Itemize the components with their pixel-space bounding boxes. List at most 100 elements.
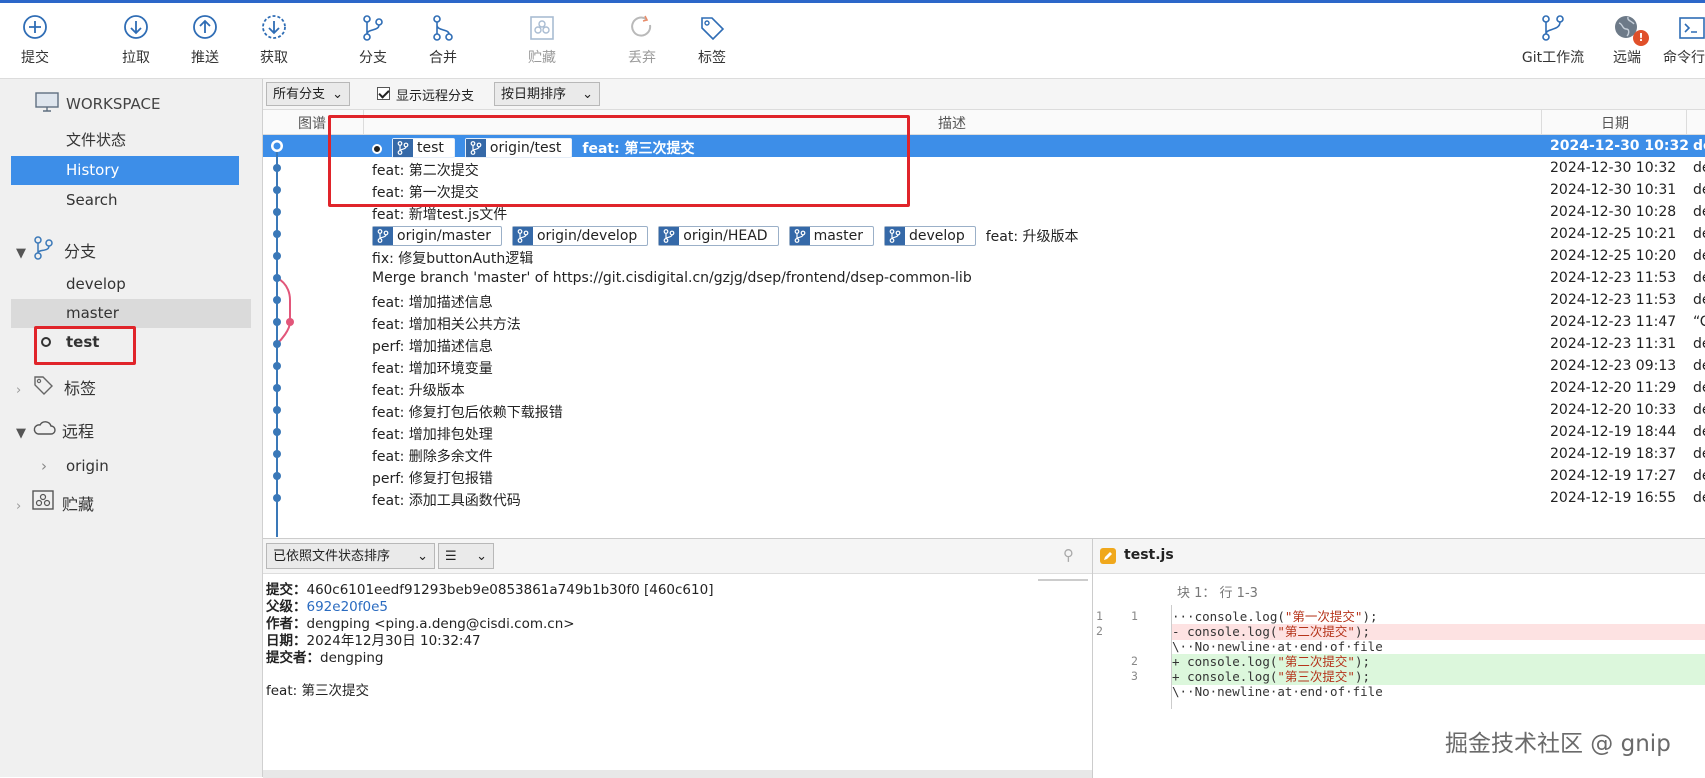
commit-date: 2024-12-20 10:33 [1550, 402, 1677, 418]
commit-message-text: fix: 修复buttonAuth逻辑 [372, 251, 534, 267]
branch-ref-badge[interactable]: origin/master [372, 226, 502, 246]
commit-row[interactable]: feat: 删除多余文件 2024-12-19 18:37 de [263, 443, 1705, 467]
diff-line-code: console.log( [1187, 654, 1278, 669]
search-icon[interactable]: ⚲ [1063, 546, 1074, 564]
column-graph[interactable]: 图谱 [298, 113, 326, 133]
terminal-icon [1677, 13, 1705, 43]
git-flow-button[interactable]: Git工作流 [1521, 13, 1585, 67]
commit-author: “C [1693, 314, 1705, 330]
sidebar-remote-origin[interactable]: › origin [11, 452, 239, 481]
remote-warning-badge: ! [1633, 30, 1649, 46]
splitter-handle[interactable] [1038, 579, 1088, 581]
diff-line: - console.log("第二次提交"); [1172, 624, 1705, 640]
column-divider[interactable] [1541, 110, 1542, 134]
commit-row[interactable]: perf: 修复打包报错 2024-12-19 17:27 de [263, 465, 1705, 489]
diff-line-prefix: \·· [1172, 684, 1195, 699]
section-stashes[interactable]: › 贮藏 [16, 490, 94, 518]
terminal-button[interactable]: 命令行 [1663, 13, 1705, 67]
discard-button[interactable]: 丢弃 [612, 13, 672, 67]
commit-row[interactable]: fix: 修复buttonAuth逻辑 2024-12-25 10:20 de [263, 245, 1705, 269]
column-date[interactable]: 日期 [1601, 113, 1629, 133]
diff-old-line-number: 2 [1096, 624, 1103, 638]
commit-row[interactable]: perf: 增加描述信息 2024-12-23 11:31 de [263, 333, 1705, 357]
stash-button[interactable]: 贮藏 [512, 13, 572, 67]
tags-label: 标签 [64, 379, 97, 398]
edit-file-icon [1100, 548, 1116, 564]
commit-date: 2024-12-19 16:55 [1550, 490, 1677, 506]
diff-line-prefix: \·· [1172, 639, 1195, 654]
branch-icon [884, 227, 905, 245]
commit-author: de [1693, 468, 1705, 484]
sidebar-item-history[interactable]: History [11, 156, 239, 185]
branch-filter-dropdown[interactable]: 所有分支 ⌄ [266, 82, 350, 106]
toolbar: 提交 拉取 推送 获取 分支 合并 贮藏 丢弃 标签 Git工作流 ! 远端 命… [0, 3, 1705, 79]
chevron-down-icon: ⌄ [582, 87, 593, 102]
commit-row[interactable]: feat: 修复打包后依赖下载报错 2024-12-20 10:33 de [263, 399, 1705, 423]
section-branches[interactable]: ▼ 分支 [16, 236, 96, 264]
diff-line-code: ); [1354, 669, 1370, 684]
sidebar-item-search[interactable]: Search [11, 186, 239, 215]
branch-ref-badge[interactable]: origin/develop [511, 226, 649, 246]
section-tags[interactable]: › 标签 [16, 374, 96, 402]
sort-dropdown[interactable]: 按日期排序 ⌄ [494, 82, 600, 106]
branch-button[interactable]: 分支 [343, 13, 403, 67]
commit-author: de [1693, 336, 1705, 352]
branch-icon [512, 227, 533, 245]
merge-icon [428, 13, 458, 43]
fetch-button[interactable]: 获取 [244, 13, 304, 67]
pull-button[interactable]: 拉取 [106, 13, 166, 67]
section-remotes[interactable]: ▼ 远程 [16, 418, 94, 446]
branch-ref-label: origin/develop [536, 228, 638, 244]
workspace-header: WORKSPACE [0, 91, 262, 121]
remote-button[interactable]: ! 远端 [1597, 13, 1657, 67]
branch-ref-badge[interactable]: master [788, 226, 874, 246]
fetch-icon [259, 13, 289, 43]
commit-description: Merge branch 'master' of https://git.cis… [372, 270, 972, 286]
chevron-down-icon: ⌄ [476, 549, 487, 564]
commit-row[interactable]: feat: 升级版本 2024-12-20 11:29 de [263, 377, 1705, 401]
diff-line-string: "第二次提交" [1277, 654, 1355, 669]
commit-message-text: Merge branch 'master' of https://git.cis… [372, 270, 972, 286]
commit-message-text: perf: 增加描述信息 [372, 339, 493, 355]
chevron-right-icon: › [16, 383, 22, 398]
commit-button[interactable]: 提交 [5, 13, 65, 67]
commit-row[interactable]: Merge branch 'master' of https://git.cis… [263, 267, 1705, 291]
commit-row[interactable]: feat: 添加工具函数代码 2024-12-19 16:55 de [263, 487, 1705, 511]
view-mode-dropdown[interactable]: ☰ ⌄ [438, 543, 494, 569]
diff-line-prefix: ··· [1172, 609, 1195, 624]
tag-button[interactable]: 标签 [682, 13, 742, 67]
commit-message-text: feat: 增加排包处理 [372, 427, 493, 443]
branches-label: 分支 [64, 242, 97, 261]
commit-date: 2024-12-25 10:21 [1550, 226, 1677, 242]
branch-ref-badge[interactable]: develop [883, 226, 976, 246]
branch-filter-label: 所有分支 [273, 87, 326, 102]
file-sort-dropdown[interactable]: 已依照文件状态排序 ⌄ [266, 543, 435, 569]
commit-description: feat: 添加工具函数代码 [372, 490, 521, 510]
commit-row[interactable]: origin/master origin/develop origin/HEAD ma… [263, 223, 1705, 247]
sidebar-item-file-status[interactable]: 文件状态 [11, 126, 239, 155]
push-button[interactable]: 推送 [175, 13, 235, 67]
commit-row[interactable]: feat: 增加排包处理 2024-12-19 18:44 de [263, 421, 1705, 445]
remotes-label: 远程 [62, 422, 95, 441]
commit-description: origin/master origin/develop origin/HEAD ma… [372, 226, 1079, 246]
show-remote-checkbox[interactable] [377, 87, 390, 100]
branch-ref-label: develop [908, 228, 965, 244]
commit-message: feat: 第三次提交 [266, 683, 369, 699]
cloud-icon [32, 418, 56, 447]
column-divider[interactable] [1686, 110, 1687, 134]
diff-line-code: ); [1354, 624, 1370, 639]
sidebar-branch-develop[interactable]: develop [11, 270, 239, 299]
branch-ref-badge[interactable]: origin/HEAD [658, 226, 779, 246]
merge-button[interactable]: 合并 [413, 13, 473, 67]
diff-line-code: No·newline·at·end·of·file [1194, 639, 1383, 654]
commit-row[interactable]: feat: 增加相关公共方法 2024-12-23 11:47 “C [263, 311, 1705, 335]
commit-row[interactable]: feat: 增加环境变量 2024-12-23 09:13 de [263, 355, 1705, 379]
sidebar-branch-master[interactable]: master [11, 299, 251, 328]
show-remote-label: 显示远程分支 [396, 89, 475, 104]
column-description[interactable]: 描述 [938, 113, 966, 133]
commit-date: 2024-12-23 11:53 [1550, 270, 1677, 286]
commit-row[interactable]: feat: 增加描述信息 2024-12-23 11:53 de [263, 289, 1705, 313]
stash-icon [527, 13, 557, 43]
highlight-box-test-branch [34, 326, 136, 365]
git-flow-label: Git工作流 [1521, 50, 1585, 66]
